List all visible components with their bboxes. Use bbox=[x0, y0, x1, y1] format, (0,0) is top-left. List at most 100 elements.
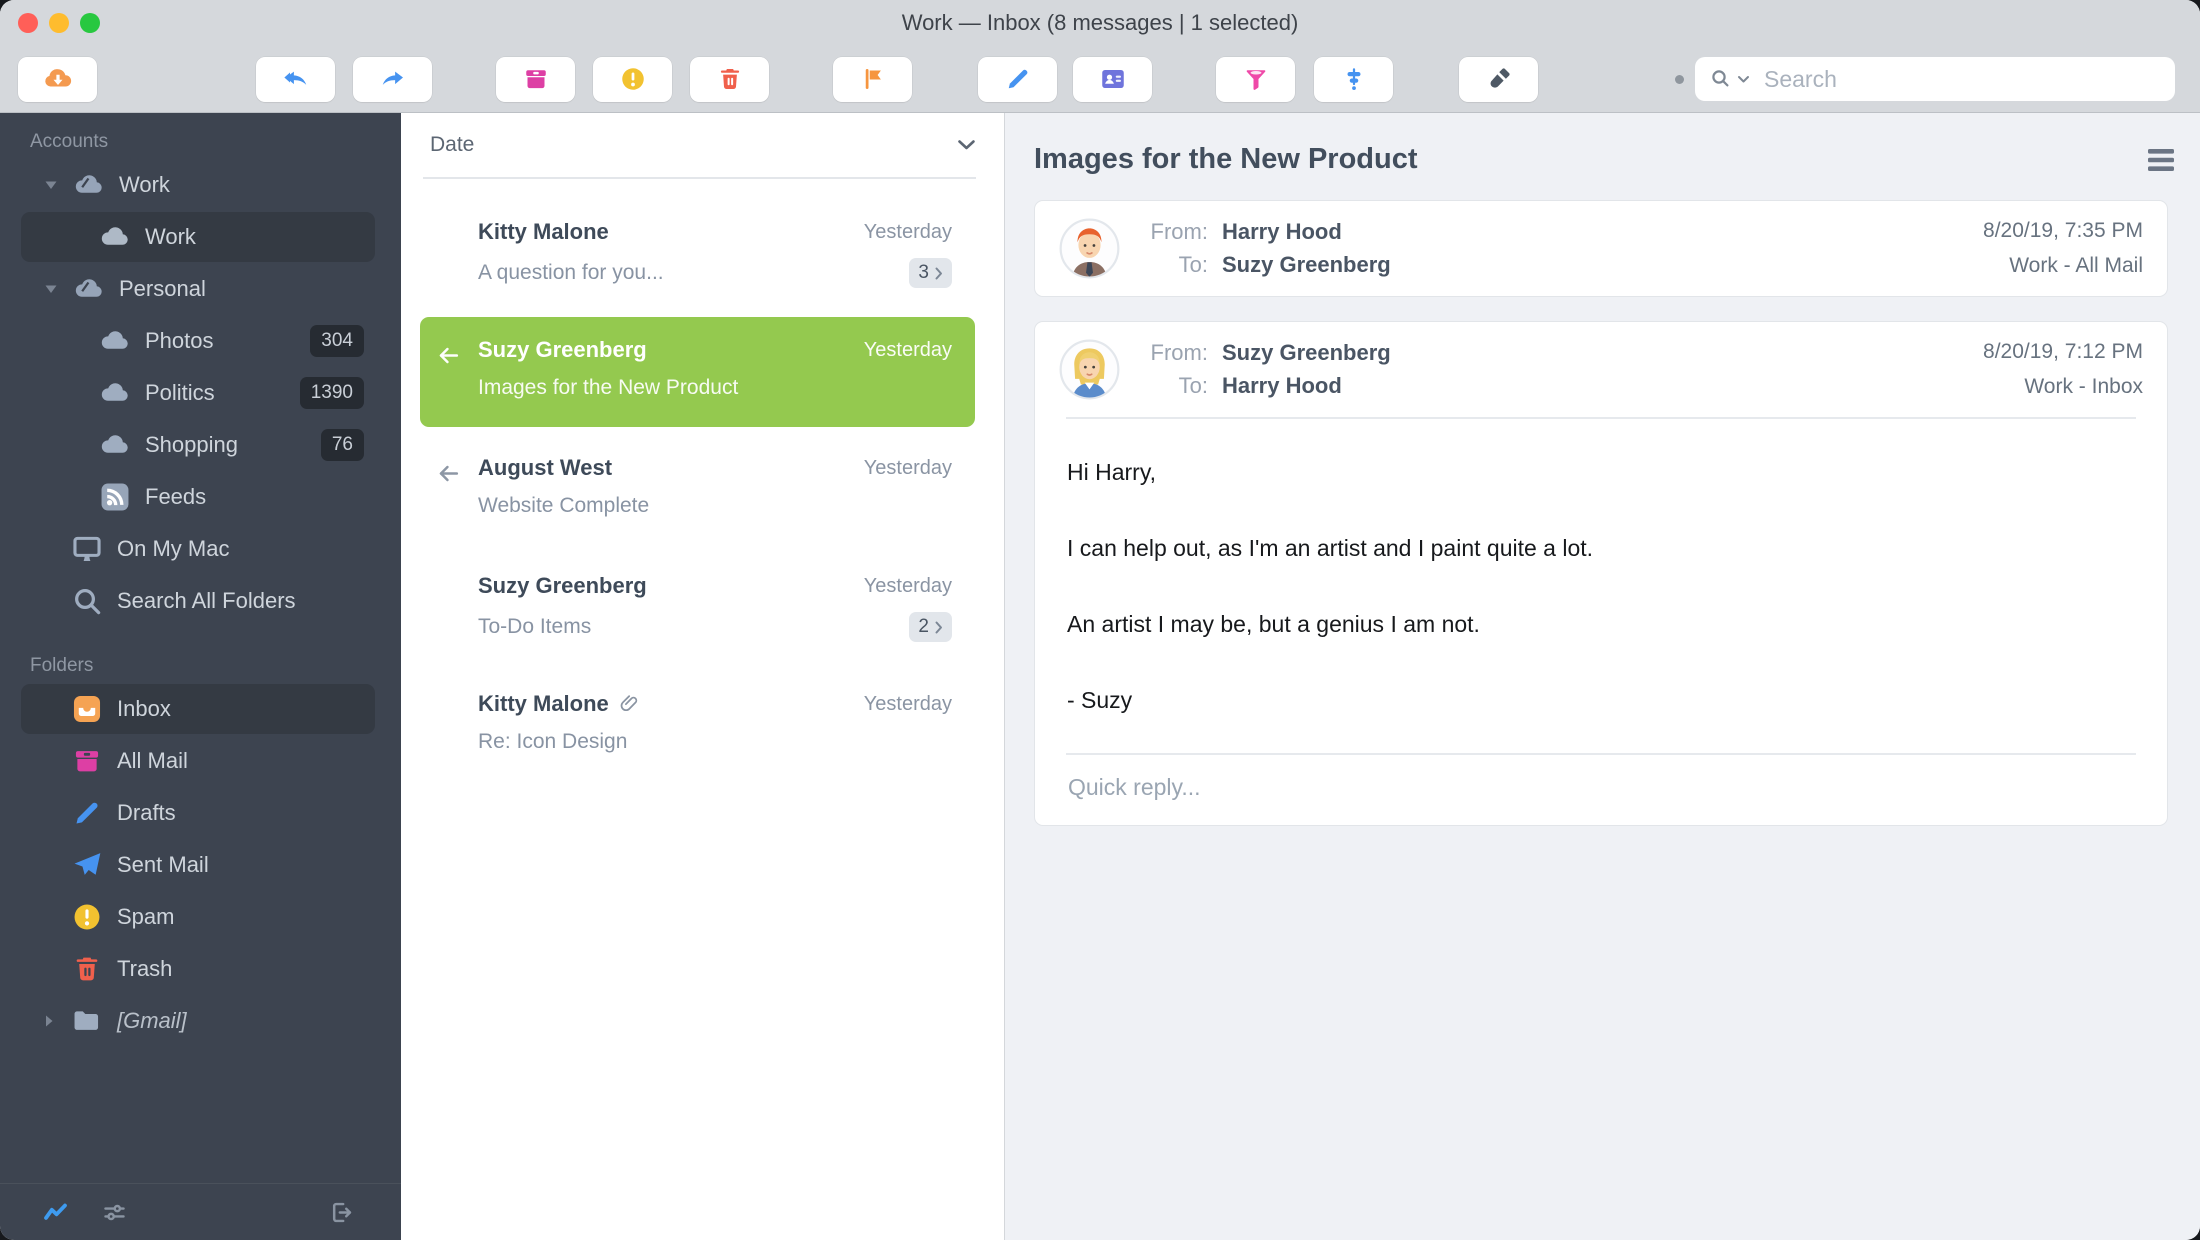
to-value[interactable]: Suzy Greenberg bbox=[1222, 251, 1391, 279]
organize-button[interactable] bbox=[1314, 56, 1393, 102]
sidebar-item-feeds[interactable]: Feeds bbox=[0, 471, 401, 523]
avatar-suzy-greenberg bbox=[1059, 339, 1120, 400]
paper-plane-icon bbox=[70, 848, 104, 882]
rss-icon bbox=[98, 480, 132, 514]
message-list-item[interactable]: Suzy Greenberg Yesterday To-Do Items 2 bbox=[420, 553, 975, 663]
inbox-icon bbox=[70, 692, 104, 726]
disclosure-down-icon[interactable] bbox=[44, 282, 58, 296]
disclosure-down-icon[interactable] bbox=[44, 178, 58, 192]
replied-arrow-icon bbox=[439, 347, 459, 364]
message-header[interactable]: From: Suzy Greenberg To: Harry Hood 8/20/1… bbox=[1035, 322, 2167, 417]
quick-reply-area bbox=[1066, 753, 2136, 825]
cloud-icon bbox=[98, 324, 132, 358]
window-title: Work — Inbox (8 messages | 1 selected) bbox=[901, 10, 1299, 35]
flag-icon bbox=[865, 69, 881, 89]
message-list-item-selected[interactable]: Suzy Greenberg Yesterday Images for the … bbox=[420, 317, 975, 427]
search-icon bbox=[70, 584, 104, 618]
pencil-icon bbox=[1008, 69, 1027, 89]
funnel-icon bbox=[1246, 70, 1265, 90]
compose-button[interactable] bbox=[978, 56, 1057, 102]
sidebar-item-sent-mail[interactable]: Sent Mail bbox=[0, 839, 401, 891]
theme-button[interactable] bbox=[1459, 56, 1538, 102]
sign-out-icon[interactable] bbox=[328, 1199, 355, 1226]
paperclip-icon bbox=[620, 695, 637, 712]
sort-header[interactable]: Date bbox=[401, 113, 1004, 177]
from-value[interactable]: Harry Hood bbox=[1222, 218, 1342, 246]
to-value[interactable]: Harry Hood bbox=[1222, 372, 1342, 400]
sidebar-item-drafts[interactable]: Drafts bbox=[0, 787, 401, 839]
cloud-download-button[interactable] bbox=[18, 56, 97, 102]
disclosure-right-icon[interactable] bbox=[42, 1014, 56, 1028]
sidebar-item-politics[interactable]: Politics 1390 bbox=[0, 367, 401, 419]
forward-button[interactable] bbox=[353, 56, 432, 102]
minimize-window-button[interactable] bbox=[49, 13, 69, 33]
message-list-item[interactable]: August West Yesterday Website Complete bbox=[420, 435, 975, 545]
message-list: Kitty Malone Yesterday A question for yo… bbox=[401, 179, 1004, 789]
selection-highlight bbox=[21, 212, 375, 262]
from-value[interactable]: Suzy Greenberg bbox=[1222, 339, 1391, 367]
to-label: To: bbox=[1178, 373, 1208, 398]
sidebar-scroll: Accounts Work Work Personal Photos 304 P… bbox=[0, 113, 401, 1183]
message-body: Hi Harry, I can help out, as I'm an arti… bbox=[1035, 419, 2167, 715]
sidebar-item-inbox[interactable]: Inbox bbox=[0, 683, 401, 735]
trash-button[interactable] bbox=[690, 56, 769, 102]
message-folder: Work - All Mail bbox=[2009, 254, 2143, 277]
chevron-down-icon bbox=[958, 140, 975, 150]
sidebar-item-on-my-mac[interactable]: On My Mac bbox=[0, 523, 401, 575]
activity-icon[interactable] bbox=[42, 1199, 69, 1226]
message-card-expanded: From: Suzy Greenberg To: Harry Hood 8/20/1… bbox=[1034, 321, 2168, 826]
sidebar-item-spam[interactable]: Spam bbox=[0, 891, 401, 943]
thread-count-badge[interactable]: 3 bbox=[909, 258, 952, 288]
folder-icon bbox=[70, 1004, 104, 1038]
quick-reply-input[interactable] bbox=[1066, 755, 2136, 825]
body-paragraph: - Suzy bbox=[1067, 687, 1133, 713]
contact-card-button[interactable] bbox=[1073, 56, 1152, 102]
cloud-icon bbox=[98, 220, 132, 254]
search-input[interactable] bbox=[1762, 64, 2161, 94]
sidebar-item-search-all-folders[interactable]: Search All Folders bbox=[0, 575, 401, 627]
folders-header: Folders bbox=[30, 655, 94, 676]
reading-pane: Images for the New Product From: Harry H… bbox=[1005, 113, 2200, 1240]
message-datetime: 8/20/19, 7:12 PM bbox=[1983, 340, 2143, 363]
sidebar-item-gmail[interactable]: [Gmail] bbox=[0, 995, 401, 1047]
report-spam-button[interactable] bbox=[593, 56, 672, 102]
search-field[interactable] bbox=[1695, 57, 2175, 101]
toolbar bbox=[0, 46, 2200, 112]
sidebar-item-work-inbox[interactable]: Work bbox=[0, 211, 401, 263]
flag-button[interactable] bbox=[833, 56, 912, 102]
sort-label: Date bbox=[430, 133, 475, 156]
sidebar-item-photos[interactable]: Photos 304 bbox=[0, 315, 401, 367]
sidebar-item-work-account[interactable]: Work bbox=[0, 159, 401, 211]
close-window-button[interactable] bbox=[18, 13, 38, 33]
search-scope-chevron-icon bbox=[1738, 75, 1749, 82]
settings-sliders-icon[interactable] bbox=[101, 1199, 128, 1226]
alert-icon bbox=[621, 68, 644, 90]
sidebar-item-personal-account[interactable]: Personal bbox=[0, 263, 401, 315]
archive-button[interactable] bbox=[496, 56, 575, 102]
alert-icon bbox=[70, 900, 104, 934]
sidebar-item-all-mail[interactable]: All Mail bbox=[0, 735, 401, 787]
reply-all-icon bbox=[283, 71, 306, 85]
cloud-icon bbox=[98, 428, 132, 462]
sidebar-item-shopping[interactable]: Shopping 76 bbox=[0, 419, 401, 471]
message-list-item[interactable]: Kitty Malone Yesterday Re: Icon Design bbox=[420, 671, 975, 781]
from-label: From: bbox=[1150, 340, 1208, 365]
message-card-collapsed[interactable]: From: Harry Hood To: Suzy Greenberg 8/20/1… bbox=[1034, 200, 2168, 297]
hamburger-menu-icon[interactable] bbox=[2148, 148, 2174, 171]
search-area bbox=[1675, 57, 2175, 101]
reply-all-button[interactable] bbox=[256, 56, 335, 102]
unread-badge: 1390 bbox=[299, 377, 364, 409]
thread-count-badge[interactable]: 2 bbox=[909, 612, 952, 642]
titlebar: Work — Inbox (8 messages | 1 selected) bbox=[0, 0, 2200, 46]
cloud-download-icon bbox=[44, 69, 71, 87]
avatar-harry-hood bbox=[1059, 218, 1120, 279]
conversation-title: Images for the New Product bbox=[1034, 143, 1418, 175]
message-list-item[interactable]: Kitty Malone Yesterday A question for yo… bbox=[420, 199, 975, 309]
unread-badge: 304 bbox=[310, 325, 364, 357]
search-icon bbox=[1712, 70, 1729, 87]
contact-card-icon bbox=[1101, 70, 1124, 88]
pencil-icon bbox=[70, 796, 104, 830]
sidebar-item-trash[interactable]: Trash bbox=[0, 943, 401, 995]
zoom-window-button[interactable] bbox=[80, 13, 100, 33]
filter-button[interactable] bbox=[1216, 56, 1295, 102]
